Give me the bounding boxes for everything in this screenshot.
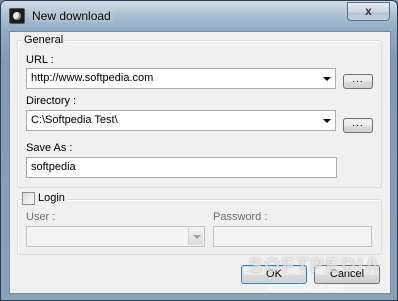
save-as-input[interactable]: softpedia <box>26 157 337 178</box>
url-value: http://www.softpedia.com <box>31 72 154 84</box>
user-label: User : <box>26 211 56 223</box>
save-as-value: softpedia <box>31 161 76 173</box>
chevron-down-icon[interactable] <box>188 228 203 245</box>
url-label: URL : <box>26 54 54 66</box>
close-button[interactable]: x <box>347 2 390 21</box>
save-as-label: Save As : <box>26 142 73 154</box>
user-combobox[interactable] <box>26 226 205 247</box>
directory-browse-button[interactable]: ... <box>343 118 373 133</box>
url-browse-button[interactable]: ... <box>343 74 373 89</box>
directory-value: C:\Softpedia Test\ <box>31 114 118 126</box>
chevron-down-icon[interactable] <box>319 70 334 87</box>
title-bar[interactable]: New download x <box>1 1 397 31</box>
window-title: New download <box>32 9 111 23</box>
directory-label: Directory : <box>26 95 77 107</box>
directory-combobox[interactable]: C:\Softpedia Test\ <box>26 110 336 131</box>
app-icon <box>9 8 25 24</box>
password-label: Password : <box>213 211 268 223</box>
softpedia-watermark-url: www.softpedia.com <box>267 282 345 292</box>
login-checkbox-label[interactable]: Login <box>36 192 67 204</box>
password-input[interactable] <box>213 226 372 247</box>
url-combobox[interactable]: http://www.softpedia.com <box>26 68 336 89</box>
login-checkbox[interactable] <box>22 192 35 205</box>
softpedia-watermark: SOFTPEDIA <box>249 255 382 277</box>
chevron-down-icon[interactable] <box>319 112 334 129</box>
general-group-legend: General <box>22 34 66 46</box>
new-download-dialog: New download x General URL : http://www.… <box>0 0 398 301</box>
